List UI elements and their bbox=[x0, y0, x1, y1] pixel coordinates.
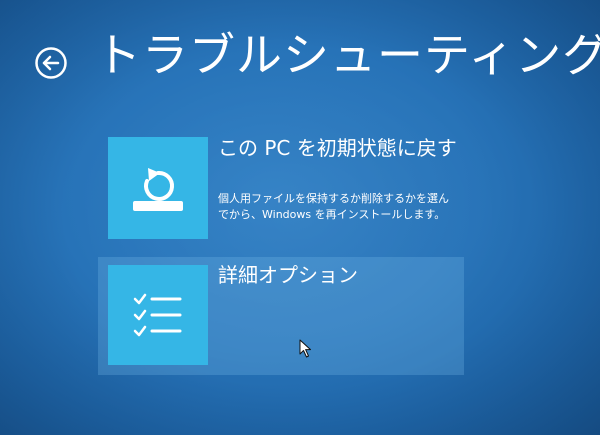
advanced-options-title: 詳細オプション bbox=[218, 263, 358, 287]
reset-pc-option[interactable]: この PC を初期状態に戻す 個人用ファイルを保持するか削除するかを選んでから、… bbox=[104, 134, 464, 246]
page-title: トラブルシューティング bbox=[95, 28, 600, 82]
reset-pc-description: 個人用ファイルを保持するか削除するかを選んでから、Windows を再インストー… bbox=[218, 192, 449, 221]
advanced-options-tile bbox=[108, 265, 208, 365]
back-arrow-circle-icon bbox=[35, 47, 67, 79]
back-button[interactable] bbox=[34, 46, 68, 80]
reset-pc-icon bbox=[133, 168, 183, 211]
advanced-options-option[interactable]: 詳細オプション bbox=[98, 257, 464, 375]
checklist-icon bbox=[133, 293, 182, 337]
mouse-cursor-icon bbox=[299, 339, 311, 358]
reset-pc-title: この PC を初期状態に戻す bbox=[218, 136, 457, 160]
reset-pc-tile bbox=[108, 137, 208, 239]
